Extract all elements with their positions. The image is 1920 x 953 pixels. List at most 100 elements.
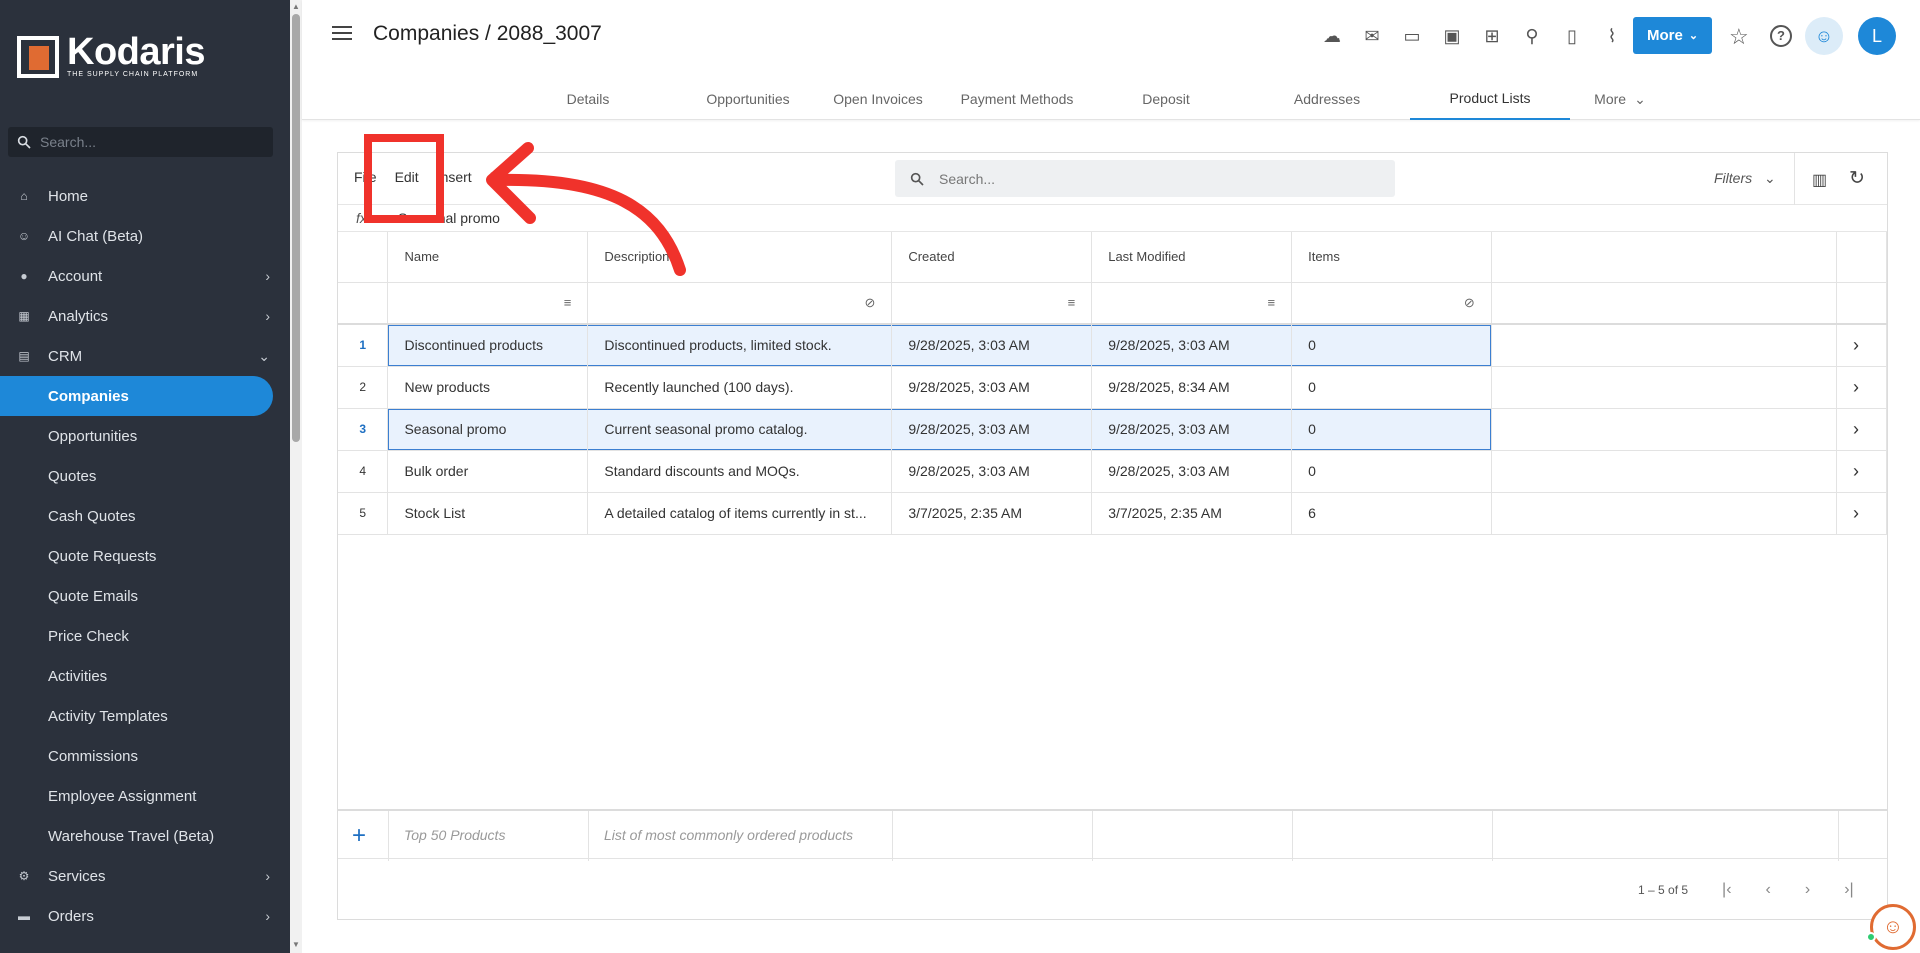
kodaris-logo[interactable]: Kodaris THE SUPPLY CHAIN PLATFORM [17,33,205,78]
sidebar-item-ai-chat[interactable]: ☺ AI Chat (Beta) [0,216,290,256]
cell-description[interactable]: Recently launched (100 days). [587,366,893,409]
sidebar-item-quote-emails[interactable]: Quote Emails [0,576,290,616]
sidebar-item-opportunities[interactable]: Opportunities [0,416,290,456]
scroll-up-icon[interactable]: ▲ [292,2,300,11]
cloud-lock-icon[interactable]: ☁ [1312,22,1352,50]
filter-cell-name[interactable]: ≡ [387,282,589,325]
add-screen-icon[interactable]: ⊞ [1472,22,1512,50]
cell-items[interactable]: 0 [1291,408,1492,451]
sidebar-item-employee-assignment[interactable]: Employee Assignment [0,776,290,816]
column-header-created[interactable]: Created [891,232,1093,283]
row-number[interactable]: 5 [338,492,389,535]
filter-cell-items[interactable]: ⊘ [1291,282,1492,325]
menu-icon[interactable] [332,26,352,40]
cell-name[interactable]: Seasonal promo [387,408,589,451]
tab-product-lists[interactable]: Product Lists [1410,78,1570,120]
cell-items[interactable]: 6 [1291,492,1492,535]
sidebar-item-activities[interactable]: Activities [0,656,290,696]
more-button[interactable]: More ⌄ [1633,17,1712,54]
last-page-icon[interactable]: ›| [1844,881,1853,899]
payment-icon[interactable]: ▭ [1392,22,1432,50]
cell-description[interactable]: Current seasonal promo catalog. [587,408,893,451]
sidebar-item-commissions[interactable]: Commissions [0,736,290,776]
add-row-icon[interactable]: + [352,822,366,850]
cell-last-modified[interactable]: 9/28/2025, 3:03 AM [1091,450,1293,493]
favorite-star-icon[interactable]: ☆ [1729,24,1749,50]
ai-assistant-icon[interactable]: ☺ [1805,17,1843,55]
filter-cell-created[interactable]: ≡ [891,282,1093,325]
tab-details[interactable]: Details [490,78,686,120]
cell-description[interactable]: Standard discounts and MOQs. [587,450,893,493]
cell-last-modified[interactable]: 9/28/2025, 3:03 AM [1091,408,1293,451]
cell-items[interactable]: 0 [1291,450,1492,493]
avatar[interactable]: L [1858,17,1896,55]
tab-deposit[interactable]: Deposit [1088,78,1244,120]
row-number[interactable]: 4 [338,450,389,493]
row-open-chevron-icon[interactable]: › [1836,408,1888,451]
column-header-last-modified[interactable]: Last Modified [1091,232,1293,283]
sidebar-item-companies[interactable]: Companies [0,376,273,416]
table-row[interactable]: 5 Stock List A detailed catalog of items… [338,492,1888,535]
cell-created[interactable]: 3/7/2025, 2:35 AM [891,492,1093,535]
sidebar-item-cash-quotes[interactable]: Cash Quotes [0,496,290,536]
row-number[interactable]: 3 [338,408,389,451]
filter-cell-last-modified[interactable]: ≡ [1091,282,1293,325]
table-row[interactable]: 1 Discontinued products Discontinued pro… [338,324,1888,367]
tab-open-invoices[interactable]: Open Invoices [810,78,946,120]
attachment-icon[interactable]: ⌇ [1592,22,1632,50]
filter-off-icon[interactable]: ⊘ [1308,295,1475,311]
cell-description[interactable]: Discontinued products, limited stock. [587,324,893,367]
sidebar-item-home[interactable]: ⌂ Home [0,176,290,216]
cell-created[interactable]: 9/28/2025, 3:03 AM [891,366,1093,409]
cell-last-modified[interactable]: 3/7/2025, 2:35 AM [1091,492,1293,535]
add-file-icon[interactable]: ▯ [1552,22,1592,50]
sidebar-item-crm[interactable]: ▤ CRM ⌄ [0,336,290,376]
mail-icon[interactable]: ✉ [1352,22,1392,50]
filter-off-icon[interactable]: ⊘ [604,295,875,311]
cell-created[interactable]: 9/28/2025, 3:03 AM [891,450,1093,493]
chat-support-icon[interactable]: ☺ [1870,904,1916,950]
add-person-icon[interactable]: ⚲ [1512,22,1552,50]
filters-dropdown[interactable]: Filters ⌄ [1714,170,1776,187]
first-page-icon[interactable]: |‹ [1722,881,1731,899]
sidebar-search-input[interactable] [40,134,240,150]
sidebar-item-account[interactable]: ● Account › [0,256,290,296]
sidebar-item-services[interactable]: ⚙ Services › [0,856,290,896]
tab-addresses[interactable]: Addresses [1244,78,1410,120]
cell-name[interactable]: New products [387,366,589,409]
help-icon[interactable]: ? [1770,25,1792,47]
sidebar-item-activity-templates[interactable]: Activity Templates [0,696,290,736]
sidebar-item-orders[interactable]: ▬ Orders › [0,896,290,936]
filter-icon[interactable]: ≡ [1108,295,1276,310]
gift-icon[interactable]: ▣ [1432,22,1472,50]
cell-last-modified[interactable]: 9/28/2025, 3:03 AM [1091,324,1293,367]
row-number[interactable]: 1 [338,324,389,367]
column-header-items[interactable]: Items [1291,232,1492,283]
next-page-icon[interactable]: › [1805,881,1810,899]
row-open-chevron-icon[interactable]: › [1836,324,1888,367]
filter-cell-description[interactable]: ⊘ [587,282,893,325]
tab-payment-methods[interactable]: Payment Methods [946,78,1088,120]
row-open-chevron-icon[interactable]: › [1836,450,1888,493]
sidebar-item-quotes[interactable]: Quotes [0,456,290,496]
filter-icon[interactable]: ≡ [908,295,1076,310]
cell-created[interactable]: 9/28/2025, 3:03 AM [891,324,1093,367]
row-open-chevron-icon[interactable]: › [1836,366,1888,409]
scroll-down-icon[interactable]: ▼ [292,940,300,949]
previous-page-icon[interactable]: ‹ [1766,881,1771,899]
row-number[interactable]: 2 [338,366,389,409]
cell-description[interactable]: A detailed catalog of items currently in… [587,492,893,535]
table-row[interactable]: 3 Seasonal promo Current seasonal promo … [338,408,1888,451]
cell-name[interactable]: Stock List [387,492,589,535]
row-open-chevron-icon[interactable]: › [1836,492,1888,535]
sidebar-scrollbar[interactable]: ▲ ▼ [290,0,302,953]
columns-icon[interactable]: ▥ [1812,170,1827,190]
table-row[interactable]: 2 New products Recently launched (100 da… [338,366,1888,409]
sidebar-item-warehouse-travel[interactable]: Warehouse Travel (Beta) [0,816,290,856]
scrollbar-thumb[interactable] [292,14,300,442]
sidebar-item-quote-requests[interactable]: Quote Requests [0,536,290,576]
sidebar-item-analytics[interactable]: ▦ Analytics › [0,296,290,336]
new-row-description-placeholder[interactable]: List of most commonly ordered products [604,827,853,843]
tab-more[interactable]: More ⌄ [1570,78,1670,120]
refresh-icon[interactable]: ↻ [1849,167,1865,190]
